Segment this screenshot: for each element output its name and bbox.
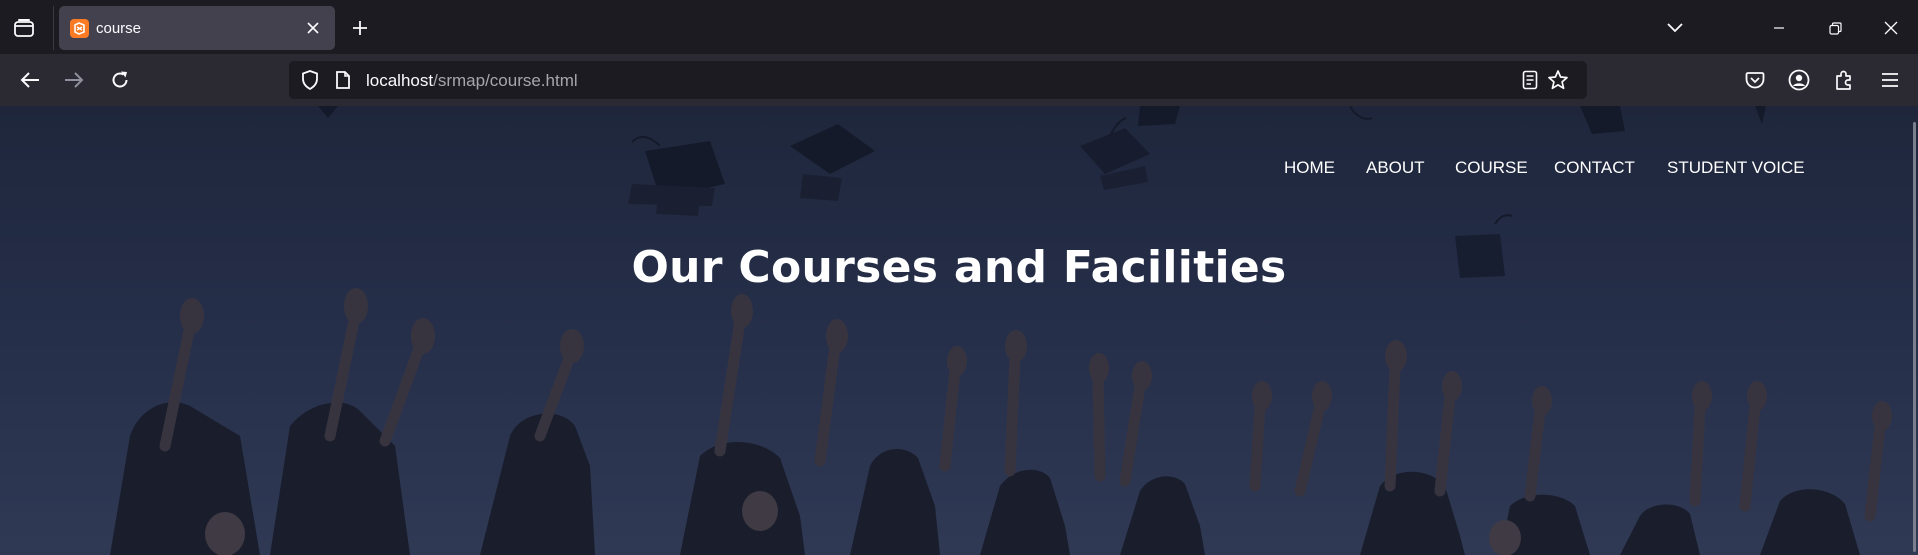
close-icon[interactable]	[302, 17, 324, 39]
tab-course[interactable]: course	[59, 6, 335, 50]
pocket-icon[interactable]	[1739, 64, 1771, 96]
shield-icon[interactable]	[299, 69, 321, 91]
account-icon[interactable]	[1783, 64, 1815, 96]
forward-arrow-icon[interactable]	[58, 64, 90, 96]
page-title: Our Courses and Facilities	[631, 242, 1287, 293]
minimize-icon[interactable]	[1764, 13, 1794, 43]
nav-link-student-voice[interactable]: STUDENT VOICE	[1667, 158, 1805, 178]
menu-icon[interactable]	[1874, 64, 1906, 96]
nav-link-about[interactable]: ABOUT	[1366, 158, 1425, 178]
url-text[interactable]: localhost/srmap/course.html	[366, 71, 578, 91]
chevron-down-icon[interactable]	[1660, 13, 1690, 43]
plus-icon[interactable]	[346, 14, 374, 42]
window-close-icon[interactable]	[1876, 13, 1906, 43]
vertical-scrollbar[interactable]	[1913, 122, 1916, 552]
favicon-icon	[70, 19, 89, 38]
navigation-toolbar: localhost/srmap/course.html	[0, 54, 1918, 106]
tab-strip: course	[0, 0, 1918, 54]
reload-icon[interactable]	[104, 64, 136, 96]
tab-title: course	[96, 20, 142, 37]
nav-link-home[interactable]: HOME	[1284, 158, 1335, 178]
url-path: /srmap/course.html	[433, 71, 578, 90]
nav-link-contact[interactable]: CONTACT	[1554, 158, 1635, 178]
nav-link-course[interactable]: COURSE	[1455, 158, 1528, 178]
url-bar[interactable]: localhost/srmap/course.html	[289, 61, 1587, 99]
tab-overview-icon[interactable]	[10, 14, 38, 42]
back-arrow-icon[interactable]	[14, 64, 46, 96]
site-navigation: HOME ABOUT COURSE CONTACT STUDENT VOICE	[0, 158, 1918, 182]
reader-view-icon[interactable]	[1519, 69, 1541, 91]
page-viewport: HOME ABOUT COURSE CONTACT STUDENT VOICE …	[0, 106, 1918, 555]
tab-separator	[53, 6, 54, 50]
extensions-icon[interactable]	[1828, 64, 1860, 96]
page-icon[interactable]	[332, 69, 354, 91]
star-icon[interactable]	[1547, 69, 1569, 91]
restore-icon[interactable]	[1820, 13, 1850, 43]
url-host: localhost	[366, 71, 434, 90]
